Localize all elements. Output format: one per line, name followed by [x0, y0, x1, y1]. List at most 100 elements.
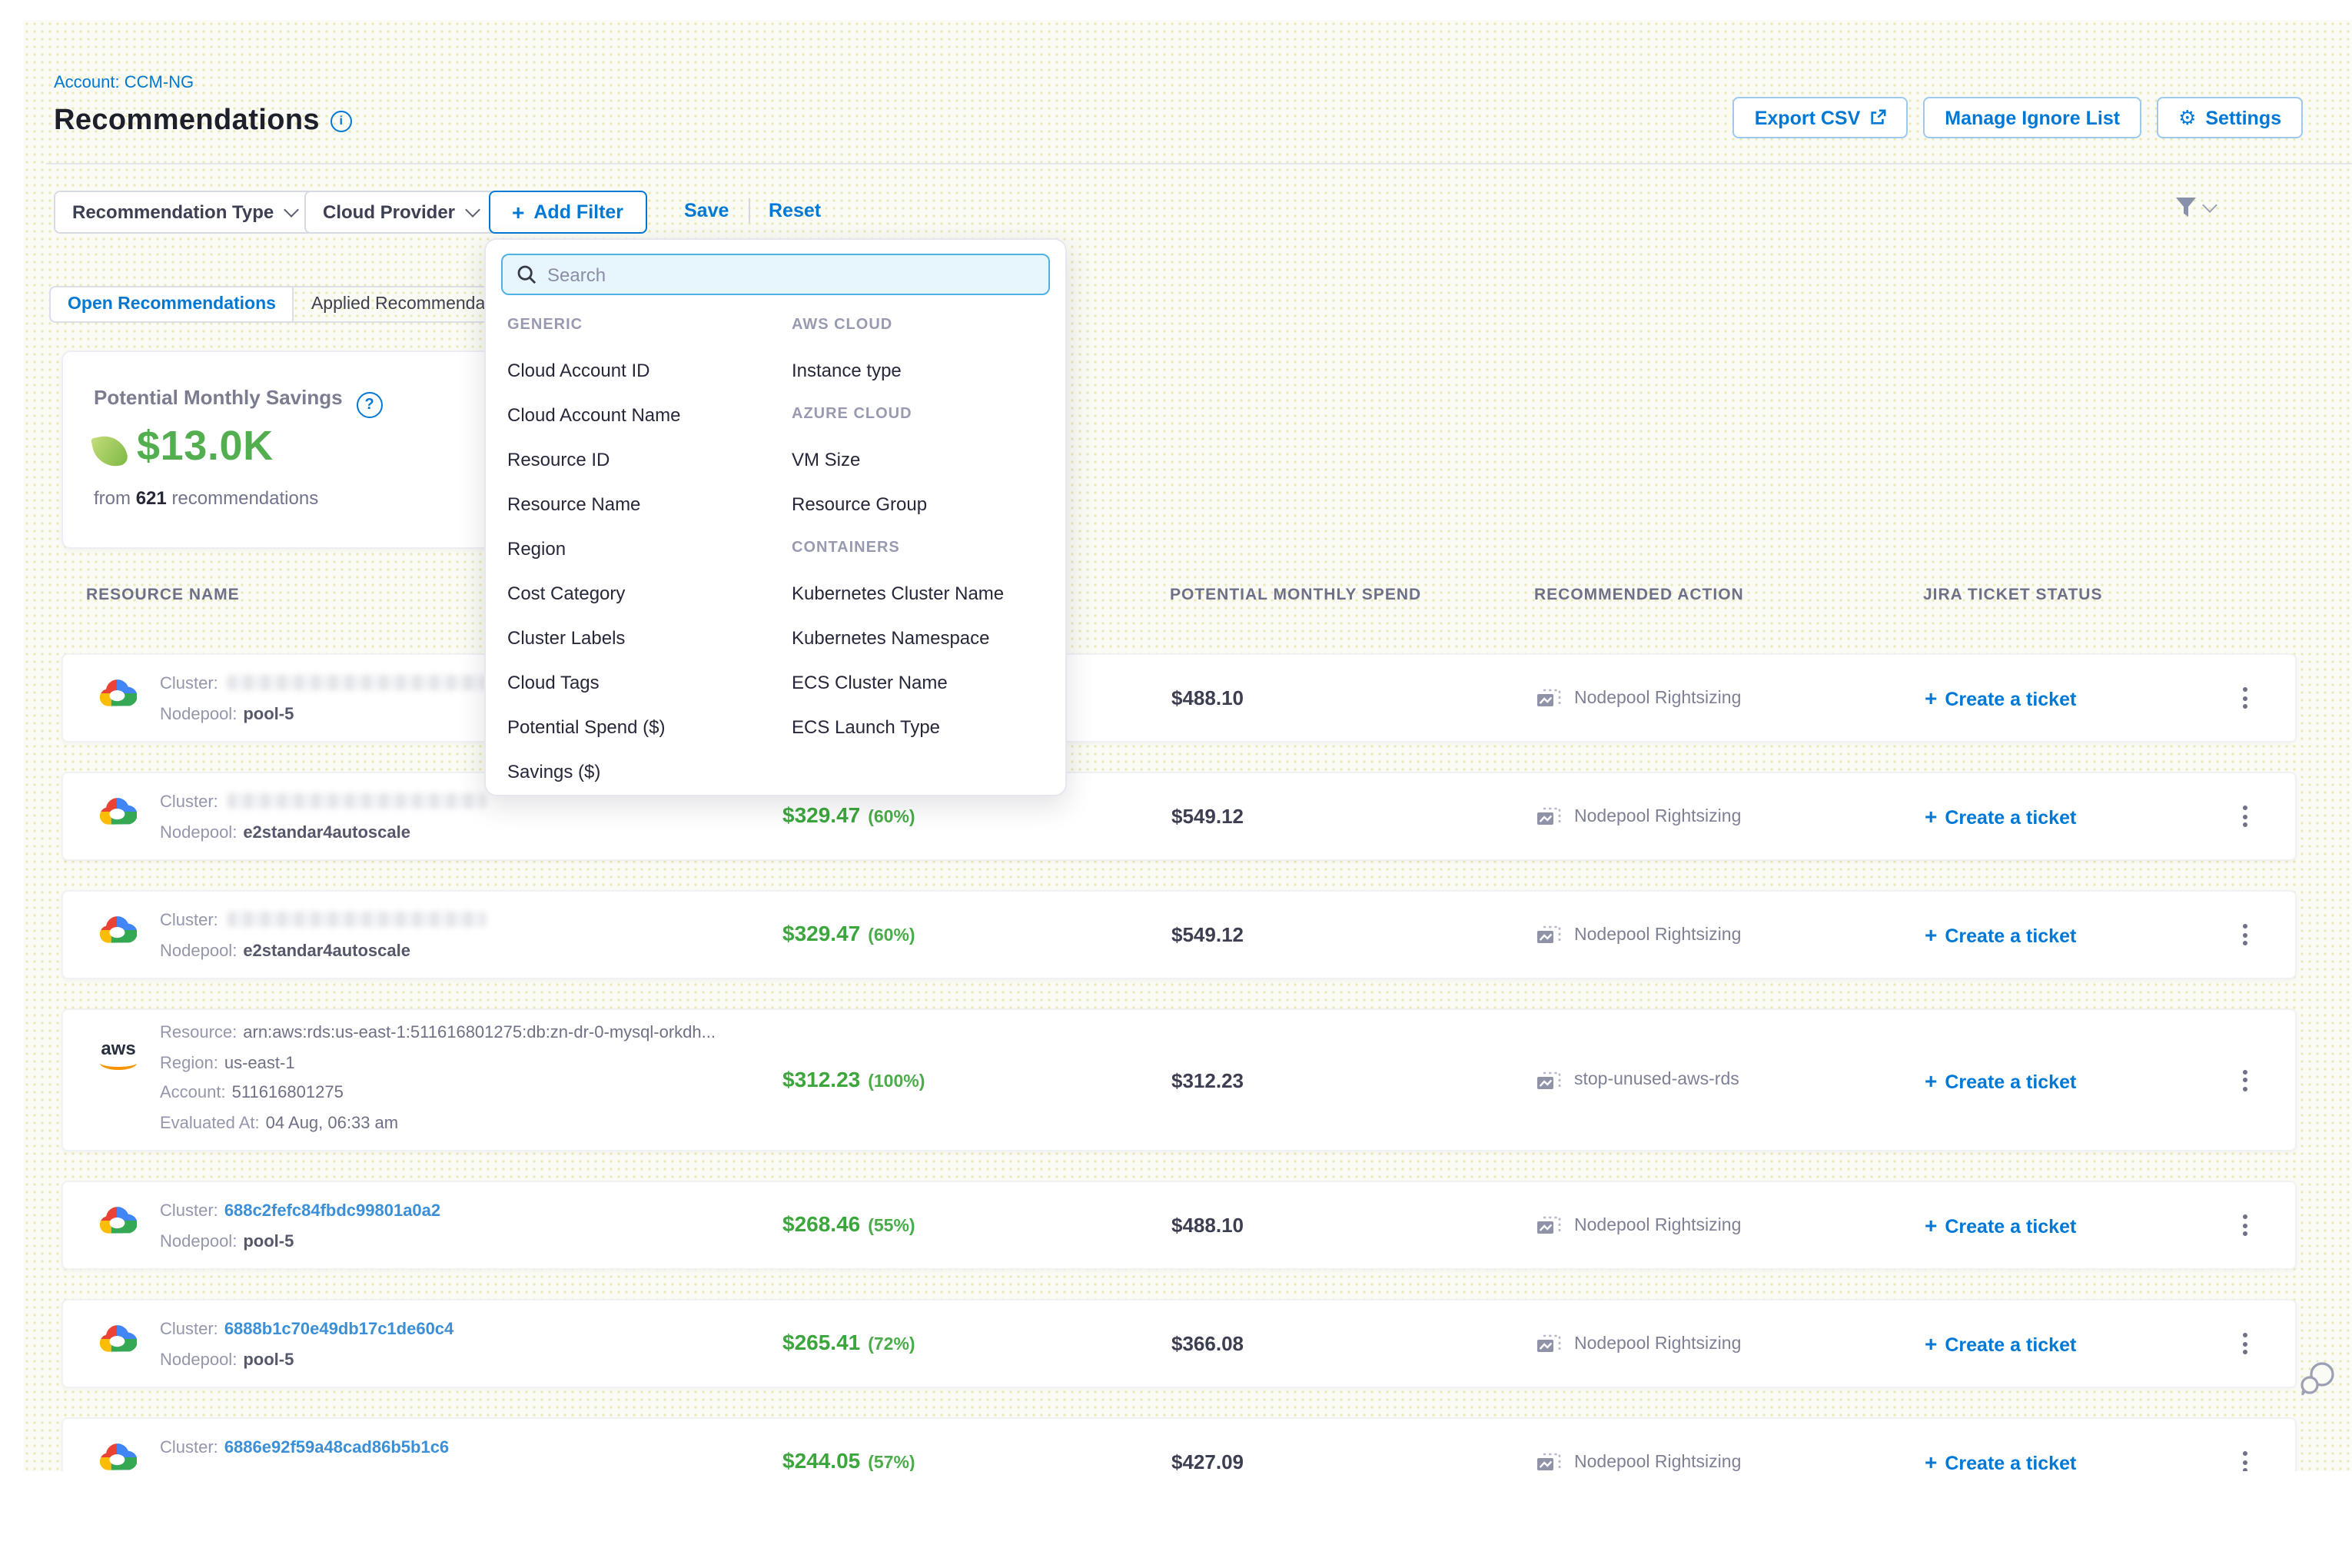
field-value: pool-5	[243, 1351, 294, 1370]
filter-option[interactable]: ECS Launch Type	[792, 704, 1056, 749]
create-ticket-button[interactable]: +Create a ticket	[1925, 1331, 2076, 1356]
column-header-jira-status: JIRA TICKET STATUS	[1923, 586, 2102, 604]
create-ticket-button[interactable]: +Create a ticket	[1925, 1068, 2076, 1092]
savings-total-value: $13.0K	[137, 423, 274, 470]
filter-option[interactable]: Cost Category	[507, 570, 784, 615]
monthly-spend-cell: $488.10	[1171, 1214, 1244, 1237]
monthly-spend-cell: $549.12	[1171, 923, 1244, 946]
save-filter-button[interactable]: Save	[684, 200, 729, 221]
monthly-spend-cell: $366.08	[1171, 1332, 1244, 1355]
plus-icon: +	[1925, 922, 1937, 947]
redacted-value	[228, 793, 486, 809]
row-menu-kebab-icon[interactable]	[2237, 1327, 2254, 1360]
savings-amount: $265.41	[782, 1330, 860, 1354]
gcp-cloud-icon	[97, 1442, 137, 1473]
chevron-down-icon	[284, 202, 299, 218]
filter-option[interactable]: VM Size	[792, 437, 1056, 481]
field-label: Account:	[160, 1084, 226, 1102]
filter-option[interactable]: Cloud Tags	[507, 659, 784, 704]
create-ticket-button[interactable]: +Create a ticket	[1925, 686, 2076, 710]
filter-option[interactable]: Potential Spend ($)	[507, 704, 784, 749]
filter-option[interactable]: Cluster Labels	[507, 615, 784, 659]
cluster-link[interactable]: 6886e92f59a48cad86b5b1c6	[224, 1439, 449, 1457]
filter-option[interactable]: Kubernetes Cluster Name	[792, 570, 1056, 615]
gcp-icon	[97, 915, 140, 948]
filter-option[interactable]: Kubernetes Namespace	[792, 615, 1056, 659]
field-label: Cluster:	[160, 793, 218, 812]
filter-option[interactable]: Instance type	[792, 347, 1056, 392]
resource-detail-line: Cluster:6886e92f59a48cad86b5b1c6	[160, 1433, 449, 1463]
field-value: 511616801275	[232, 1084, 344, 1102]
resource-detail-line: Nodepool:pool-5	[160, 1227, 440, 1257]
cluster-link[interactable]: 6888b1c70e49db17c1de60c4	[224, 1321, 453, 1339]
create-ticket-label: Create a ticket	[1945, 1071, 2076, 1092]
filter-option[interactable]: Resource Group	[792, 481, 1056, 526]
filter-option[interactable]: Cloud Account ID	[507, 347, 784, 392]
create-ticket-button[interactable]: +Create a ticket	[1925, 1213, 2076, 1237]
savings-amount: $329.47	[782, 802, 860, 827]
savings-amount: $312.23	[782, 1066, 860, 1091]
export-csv-button[interactable]: Export CSV	[1733, 97, 1909, 138]
filter-search-input[interactable]	[547, 264, 1048, 285]
action-label: Nodepool Rightsizing	[1574, 925, 1741, 944]
row-menu-kebab-icon[interactable]	[2237, 799, 2254, 833]
filter-option[interactable]: ECS Cluster Name	[792, 659, 1056, 704]
column-header-recommended-action: RECOMMENDED ACTION	[1534, 586, 1744, 604]
filter-panel-toggle[interactable]	[2174, 195, 2215, 220]
savings-amount: $268.46	[782, 1211, 860, 1236]
row-menu-kebab-icon[interactable]	[2237, 1063, 2254, 1097]
field-value: e2standar4autoscale	[243, 824, 410, 842]
action-label: Nodepool Rightsizing	[1574, 807, 1741, 826]
savings-amount: $244.05	[782, 1448, 860, 1473]
cloud-provider-filter[interactable]: Cloud Provider	[304, 191, 497, 234]
action-label: Nodepool Rightsizing	[1574, 689, 1741, 707]
recommended-action-cell: Nodepool Rightsizing	[1536, 688, 1741, 708]
filter-search-box[interactable]	[501, 254, 1050, 295]
rightsizing-action-icon	[1536, 925, 1562, 945]
resource-detail-line: Cluster:6888b1c70e49db17c1de60c4	[160, 1314, 453, 1345]
rightsizing-action-icon	[1536, 1215, 1562, 1235]
monthly-savings-cell: $329.47(60%)	[782, 921, 915, 948]
gcp-icon	[97, 1324, 140, 1357]
row-menu-kebab-icon[interactable]	[2237, 681, 2254, 715]
help-icon[interactable]: ?	[357, 392, 383, 418]
leaf-icon	[91, 432, 129, 470]
info-icon[interactable]: i	[331, 111, 352, 132]
create-ticket-button[interactable]: +Create a ticket	[1925, 922, 2076, 947]
action-label: stop-unused-aws-rds	[1574, 1071, 1739, 1089]
filter-option[interactable]: Region	[507, 526, 784, 570]
support-chat-icon[interactable]	[2297, 1359, 2338, 1408]
settings-button[interactable]: ⚙ Settings	[2157, 97, 2303, 138]
add-filter-button[interactable]: + Add Filter	[489, 191, 646, 234]
cluster-link[interactable]: 688c2fefc84fbdc99801a0a2	[224, 1202, 440, 1221]
column-header-resource-name: RESOURCE NAME	[86, 586, 240, 604]
create-ticket-label: Create a ticket	[1945, 689, 2076, 710]
resource-detail-line: Region:us-east-1	[160, 1049, 716, 1079]
filter-group-header: AWS CLOUD	[792, 303, 1056, 347]
field-label: Evaluated At:	[160, 1114, 260, 1132]
recommendation-type-filter[interactable]: Recommendation Type	[54, 191, 315, 234]
field-label: Resource:	[160, 1024, 237, 1042]
filter-option[interactable]: Cloud Account Name	[507, 392, 784, 437]
row-menu-kebab-icon[interactable]	[2237, 1208, 2254, 1242]
field-label: Cluster:	[160, 1202, 218, 1221]
recommended-action-cell: Nodepool Rightsizing	[1536, 1452, 1741, 1472]
row-menu-kebab-icon[interactable]	[2237, 918, 2254, 952]
monthly-spend-cell: $427.09	[1171, 1450, 1244, 1473]
savings-card-title: Potential Monthly Savings?	[94, 386, 383, 418]
resource-detail-line: Evaluated At:04 Aug, 06:33 am	[160, 1109, 716, 1139]
field-value: us-east-1	[224, 1054, 295, 1072]
create-ticket-button[interactable]: +Create a ticket	[1925, 804, 2076, 829]
recommended-action-cell: stop-unused-aws-rds	[1536, 1070, 1739, 1090]
resource-detail-line: Cluster: 688c2fefc84fbdc99801a0a2	[160, 1196, 440, 1227]
tab-open-recommendations[interactable]: Open Recommendations	[51, 287, 294, 321]
monthly-savings-cell: $329.47(60%)	[782, 802, 915, 830]
filter-option[interactable]: Resource ID	[507, 437, 784, 481]
breadcrumb-account-link[interactable]: Account: CCM-NG	[54, 74, 194, 92]
reset-filter-button[interactable]: Reset	[769, 200, 821, 221]
search-icon	[517, 264, 537, 284]
filter-option[interactable]: Savings ($)	[507, 749, 784, 793]
manage-ignore-list-button[interactable]: Manage Ignore List	[1923, 97, 2141, 138]
recommendations-page: Account: CCM-NG Recommendationsi Export …	[0, 0, 2352, 1568]
filter-option[interactable]: Resource Name	[507, 481, 784, 526]
